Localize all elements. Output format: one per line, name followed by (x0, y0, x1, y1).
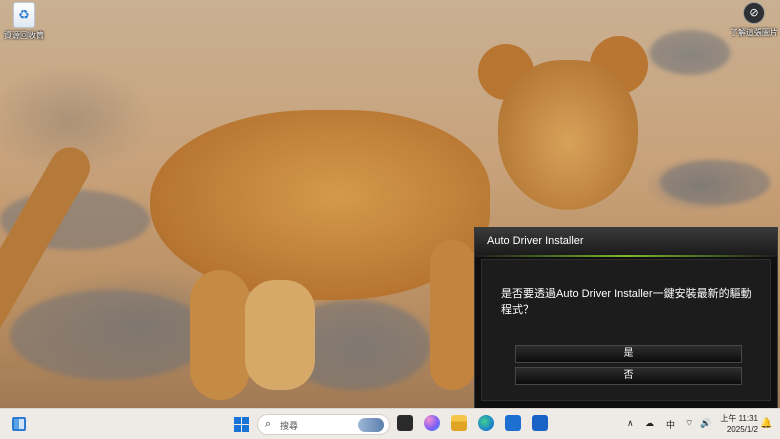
task-view-icon[interactable] (397, 415, 413, 431)
lion-head (498, 60, 638, 210)
start-button[interactable] (233, 415, 251, 433)
speaker-icon[interactable]: 🔊 (700, 418, 711, 429)
bell-icon[interactable]: 🔔 (760, 418, 772, 429)
wallpaper-rock (10, 290, 210, 380)
dialog-body: 是否要透過Auto Driver Installer一鍵安裝最新的驅動程式？ 是… (481, 259, 771, 401)
recycle-bin-label: 資源回收筒 (4, 31, 44, 40)
camera-icon: ⊘ (743, 2, 765, 24)
dialog-accent-bar (475, 255, 777, 257)
windows-start-icon (234, 417, 250, 432)
driver-installer-dialog: Auto Driver Installer 是否要透過Auto Driver I… (474, 227, 778, 409)
lion-leg (190, 270, 250, 400)
recycle-bin-icon: ♻ (13, 2, 35, 28)
search-highlight-image (358, 418, 384, 432)
clock[interactable]: 上午 11:31 2025/1/2 (718, 413, 758, 435)
widgets-icon (12, 417, 26, 431)
no-button[interactable]: 否 (515, 367, 742, 385)
taskbar: ⌕ 搜尋 ∧ ☁ 中 ⌔ 🔊 上午 11:31 2025/1/2 🔔 (0, 408, 780, 439)
clock-date: 2025/1/2 (726, 425, 758, 434)
learn-about-picture[interactable]: ⊘ 了解這張圖片 (728, 2, 780, 38)
clock-time: 上午 11:31 (720, 414, 758, 423)
wallpaper-rock (660, 160, 770, 205)
store-icon[interactable] (505, 415, 521, 431)
dialog-title: Auto Driver Installer (475, 228, 777, 255)
chevron-up-icon[interactable]: ∧ (627, 418, 634, 429)
taskbar-search[interactable]: ⌕ 搜尋 (257, 414, 390, 435)
dialog-message: 是否要透過Auto Driver Installer一鍵安裝最新的驅動程式？ (501, 288, 752, 316)
search-placeholder: 搜尋 (280, 421, 299, 431)
recycle-bin-shortcut[interactable]: ♻ 資源回收筒 (4, 2, 44, 41)
yes-button[interactable]: 是 (515, 345, 742, 363)
wifi-icon[interactable]: ⌔ (685, 418, 693, 429)
lion-leg (430, 240, 475, 390)
learn-about-picture-label: 了解這張圖片 (730, 28, 778, 37)
cloud-icon[interactable]: ☁ (645, 418, 654, 429)
search-icon: ⌕ (265, 418, 272, 430)
edge-icon[interactable] (478, 415, 494, 431)
copilot-icon[interactable] (424, 415, 440, 431)
outlook-icon[interactable] (532, 415, 548, 431)
wallpaper-rock (650, 30, 730, 75)
ime-indicator[interactable]: 中 (666, 418, 675, 431)
lion-leg (245, 280, 315, 390)
widgets-button[interactable] (10, 415, 28, 433)
file-explorer-icon[interactable] (451, 415, 467, 431)
